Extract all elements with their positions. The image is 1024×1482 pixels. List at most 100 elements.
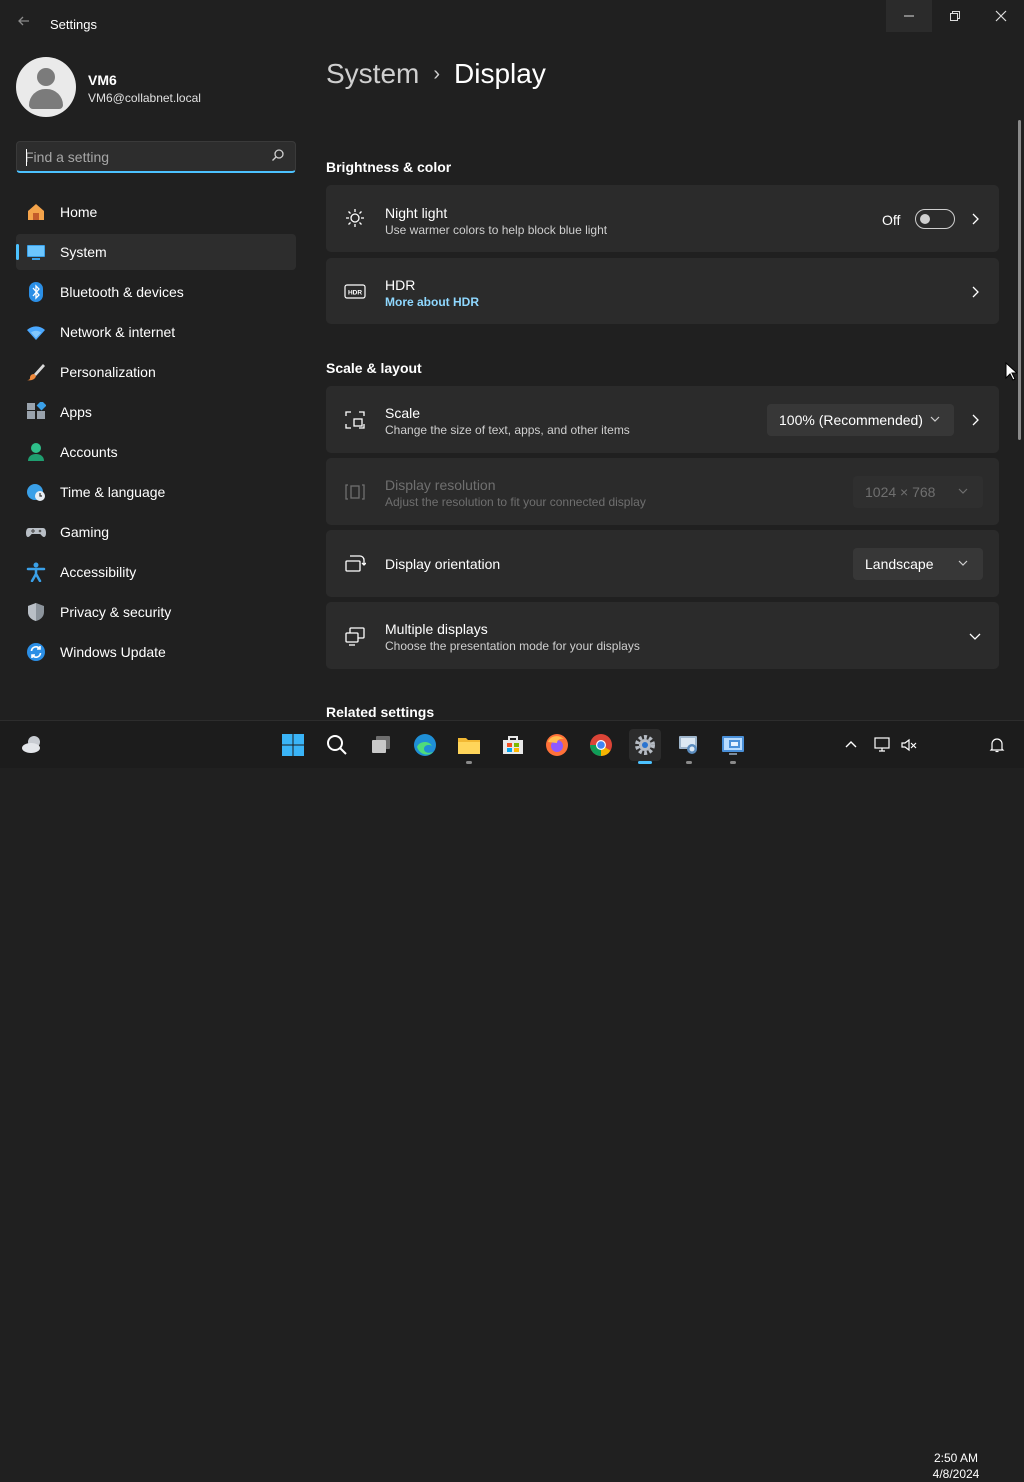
multiple-displays-icon [345,627,365,646]
section-header-related: Related settings [326,704,435,720]
taskbar-rdp[interactable] [717,729,749,764]
sidebar-item-label: System [60,244,107,260]
dropdown-value: 1024 × 768 [865,484,936,500]
page-title: Display [454,58,546,89]
sidebar-item-label: Accessibility [60,564,137,580]
home-icon [28,204,44,220]
shield-icon [28,603,44,621]
running-indicator [686,761,692,764]
search-box[interactable] [16,141,296,173]
night-light-toggle[interactable] [915,209,955,229]
section-header-brightness: Brightness & color [326,159,452,175]
file-explorer-icon [458,738,480,754]
scale-card[interactable]: Scale Change the size of text, apps, and… [326,386,999,453]
firefox-icon [546,734,568,756]
tray-volume[interactable] [896,729,922,761]
card-subtitle: Choose the presentation mode for your di… [385,639,640,653]
back-arrow-icon [18,16,29,26]
sidebar-item-privacy[interactable]: Privacy & security [16,594,296,630]
taskbar-chrome[interactable] [585,729,617,761]
taskbar-task-view[interactable] [365,729,397,761]
sidebar-item-label: Bluetooth & devices [60,284,184,300]
breadcrumb-parent[interactable]: System [326,58,419,89]
tray-network[interactable] [870,729,896,761]
toggle-knob [920,214,930,224]
sidebar-nav: Home System Bluetooth & devices Network … [16,194,296,674]
brush-icon [27,364,45,381]
orientation-icon [345,555,366,572]
taskbar-settings[interactable] [629,729,661,764]
chevron-up-icon [845,741,857,748]
chevron-right-icon[interactable] [967,284,983,300]
sidebar-item-accounts[interactable]: Accounts [16,434,296,470]
taskbar-remote-desktop[interactable] [673,729,705,764]
show-hidden-icons-button[interactable] [836,729,866,761]
taskbar-clock[interactable]: 2:50 AM 4/8/2024 [928,1450,984,1482]
settings-icon [635,735,655,755]
user-profile[interactable]: VM6 VM6@collabnet.local [16,57,296,117]
remote-desktop-icon [679,736,697,754]
sidebar-item-gaming[interactable]: Gaming [16,514,296,550]
multiple-displays-card[interactable]: Multiple displays Choose the presentatio… [326,602,999,669]
sidebar-item-label: Windows Update [60,644,166,660]
taskbar-start[interactable] [277,729,309,761]
chevron-right-icon[interactable] [967,412,983,428]
user-name: VM6 [88,72,117,88]
network-icon [874,737,890,752]
breadcrumb: System › Display [326,58,546,90]
chevron-down-icon[interactable] [967,628,983,644]
hdr-card[interactable]: HDR HDR More about HDR [326,258,999,324]
avatar [16,57,76,117]
clock-time: 2:50 AM [933,1451,979,1465]
more-about-hdr-link[interactable]: More about HDR [385,295,479,309]
card-title: Multiple displays [385,621,488,637]
active-indicator [16,244,19,260]
taskbar-file-explorer[interactable] [453,729,485,764]
sidebar-item-bluetooth[interactable]: Bluetooth & devices [16,274,296,310]
scale-dropdown[interactable]: 100% (Recommended) [767,404,954,436]
sidebar-item-label: Home [60,204,98,220]
settings-window: Settings VM6 VM6@collabnet.local Home Sy… [0,0,1024,720]
bluetooth-icon [29,282,43,302]
taskbar: 2:50 AM 4/8/2024 [0,720,1024,1481]
wifi-icon [27,326,45,340]
card-title: Display orientation [385,556,501,572]
sidebar-item-accessibility[interactable]: Accessibility [16,554,296,590]
bell-icon [989,738,1005,753]
sidebar-item-home[interactable]: Home [16,194,296,230]
card-title: Scale [385,405,421,421]
text-caret [26,149,27,166]
orientation-dropdown[interactable]: Landscape [853,548,983,580]
store-icon [503,736,523,754]
taskbar-search[interactable] [321,729,353,761]
taskbar-firefox[interactable] [541,729,573,761]
taskbar-store[interactable] [497,729,529,761]
sidebar-item-label: Personalization [60,364,156,380]
sidebar-item-label: Accounts [60,444,118,460]
sidebar-item-personalization[interactable]: Personalization [16,354,296,390]
back-button[interactable] [14,14,34,34]
card-subtitle: Use warmer colors to help block blue lig… [385,223,608,237]
search-icon [327,735,347,755]
orientation-card[interactable]: Display orientation Landscape [326,530,999,597]
chevron-down-icon [930,416,940,422]
notifications-button[interactable] [984,729,1010,761]
sidebar-item-windows-update[interactable]: Windows Update [16,634,296,670]
edge-icon [414,734,436,756]
sidebar-item-network[interactable]: Network & internet [16,314,296,350]
night-light-card[interactable]: Night light Use warmer colors to help bl… [326,185,999,252]
card-title: Display resolution [385,477,496,493]
chevron-right-icon[interactable] [967,211,983,227]
taskbar-edge[interactable] [409,729,441,761]
sidebar-item-time-language[interactable]: Time & language [16,474,296,510]
sidebar-item-apps[interactable]: Apps [16,394,296,430]
taskbar-weather[interactable] [16,729,48,761]
scrollbar[interactable] [1018,120,1021,440]
search-icon[interactable] [271,148,285,162]
scale-icon [345,411,365,429]
clock-date: 4/8/2024 [932,1467,980,1481]
sidebar-item-system[interactable]: System [16,234,296,270]
search-input[interactable] [25,148,265,166]
chevron-down-icon [958,488,968,494]
dropdown-value: 100% (Recommended) [779,412,923,428]
